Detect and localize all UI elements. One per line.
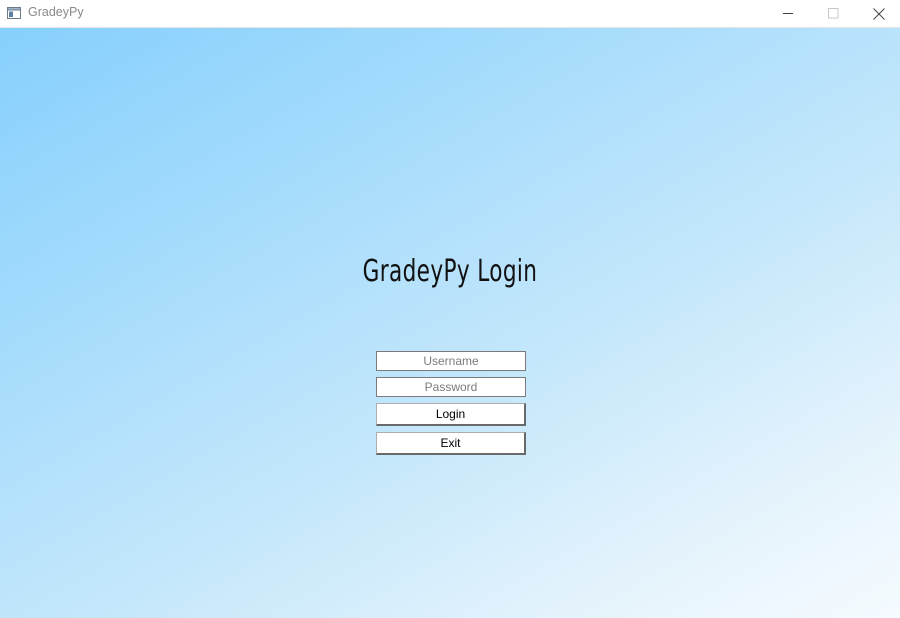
window-title: GradeyPy	[28, 5, 84, 19]
page-title: GradeyPy Login	[362, 254, 538, 289]
maximize-button[interactable]	[810, 0, 856, 27]
login-button-label: Login	[435, 407, 466, 421]
app-window: GradeyPy GradeyPy Login Login Exit	[0, 0, 900, 618]
close-icon	[873, 7, 885, 20]
exit-button[interactable]: Exit	[376, 432, 526, 455]
app-icon	[7, 6, 21, 19]
close-button[interactable]	[856, 0, 900, 27]
login-panel: GradeyPy Login Login Exit	[0, 28, 900, 618]
minimize-button[interactable]	[765, 0, 811, 27]
maximize-icon	[827, 8, 838, 19]
title-bar[interactable]: GradeyPy	[0, 0, 900, 28]
minimize-icon	[782, 13, 793, 14]
login-button[interactable]: Login	[376, 403, 526, 426]
exit-button-label: Exit	[440, 436, 461, 450]
username-input[interactable]	[376, 351, 526, 371]
password-input[interactable]	[376, 377, 526, 397]
